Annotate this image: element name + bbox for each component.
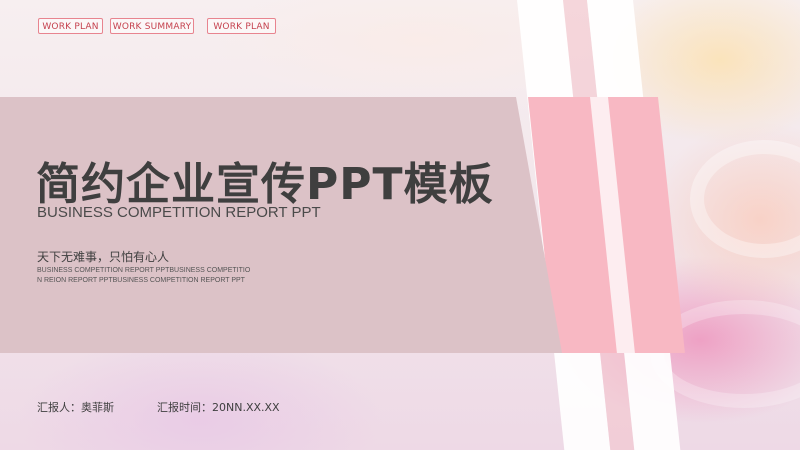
slide: WORK PLAN WORK SUMMARY WORK PLAN 简约企业宣传P…: [0, 0, 800, 450]
tag-work-plan[interactable]: WORK PLAN: [38, 18, 103, 34]
page-subtitle: BUSINESS COMPETITION REPORT PPT: [37, 204, 321, 221]
tag-work-plan-2[interactable]: WORK PLAN: [207, 18, 276, 34]
page-title: 简约企业宣传PPT模板: [36, 159, 494, 210]
tag-work-summary[interactable]: WORK SUMMARY: [110, 18, 194, 34]
slogan: 天下无难事，只怕有心人: [37, 250, 170, 264]
report-time-label: 汇报时间：20NN.XX.XX: [157, 401, 280, 414]
reporter-label: 汇报人：奥菲斯: [37, 401, 114, 414]
title-panel: [0, 97, 562, 353]
description: BUSINESS COMPETITION REPORT PPTBUSINESS …: [37, 267, 251, 284]
